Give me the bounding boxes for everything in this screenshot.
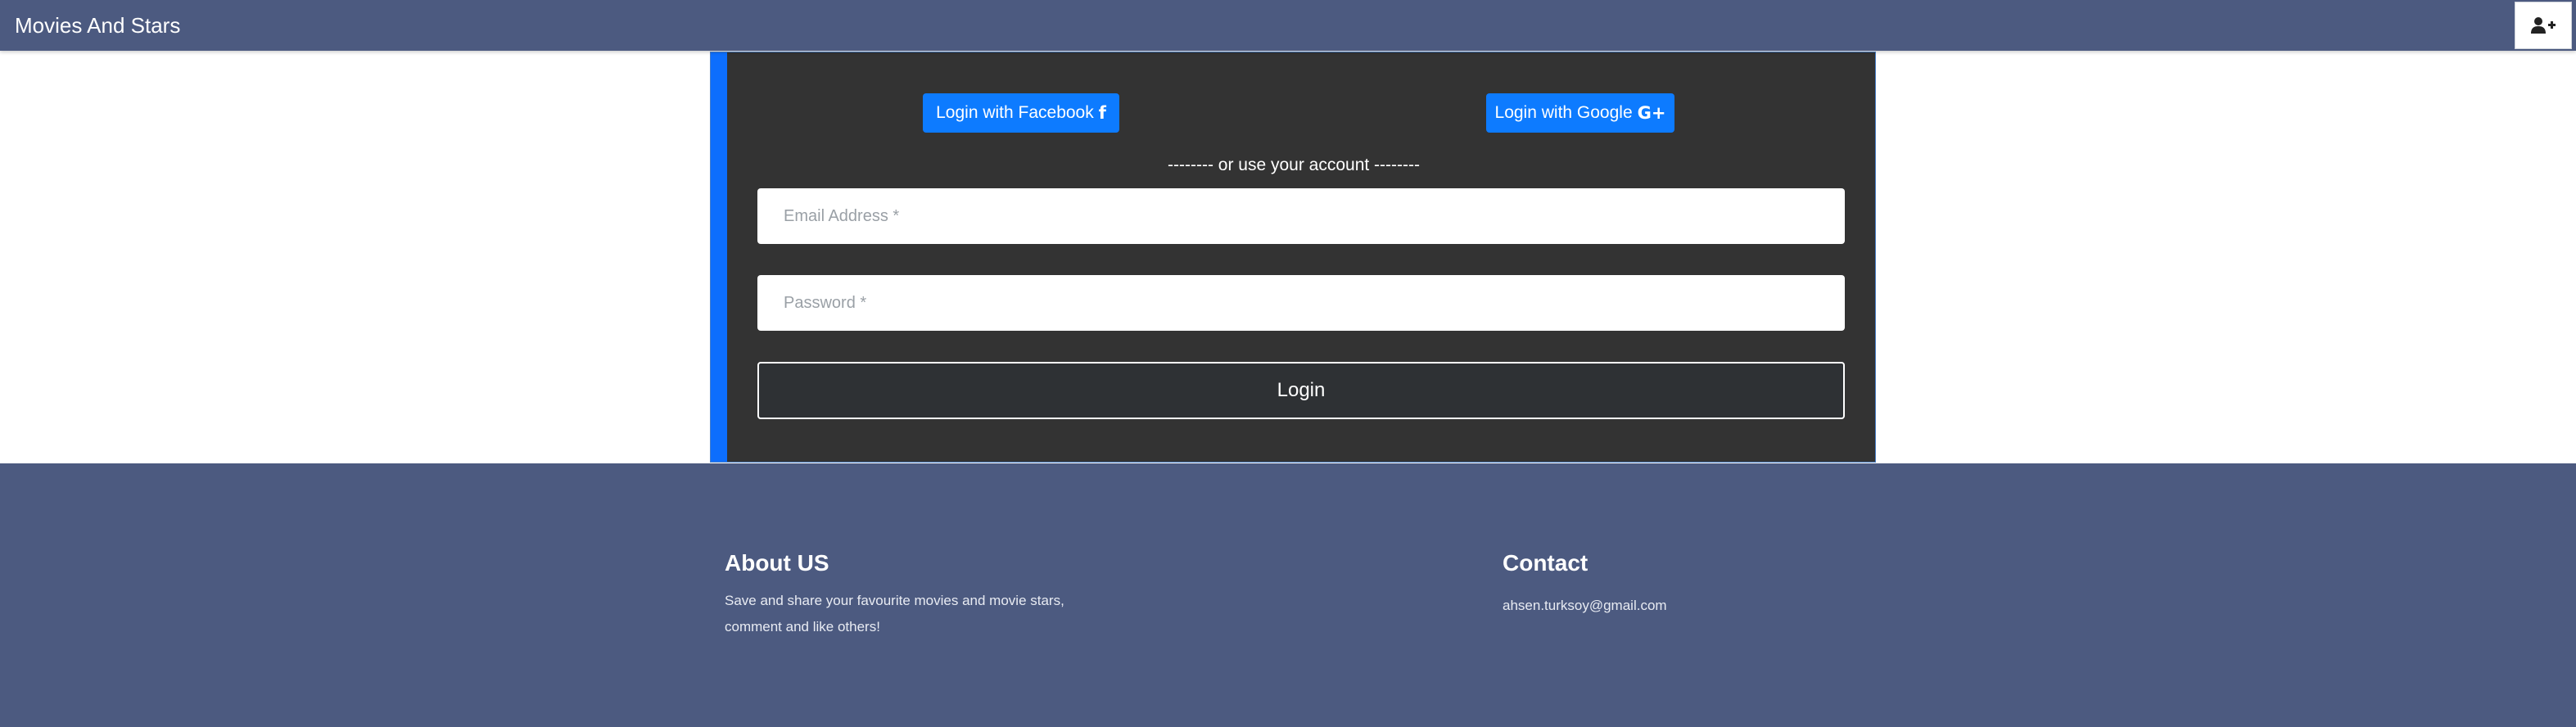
login-facebook-button[interactable]: Login with Facebook f	[923, 93, 1119, 133]
login-button[interactable]: Login	[757, 362, 1845, 419]
email-field[interactable]	[757, 188, 1845, 244]
contact-section: Contact ahsen.turksoy@gmail.com	[1503, 550, 1846, 619]
contact-heading: Contact	[1503, 550, 1589, 576]
login-card: Login with Facebook f Login with Google …	[710, 52, 1876, 463]
brand-title[interactable]: Movies And Stars	[15, 0, 180, 51]
about-text: Save and share your favourite movies and…	[725, 593, 1064, 634]
facebook-icon: f	[1098, 103, 1106, 123]
login-google-button[interactable]: Login with Google G+	[1486, 93, 1674, 133]
footer: About US Save and share your favourite m…	[0, 463, 2576, 727]
password-field[interactable]	[757, 275, 1845, 331]
signup-button[interactable]	[2515, 2, 2572, 49]
user-plus-icon	[2531, 16, 2556, 34]
contact-email: ahsen.turksoy@gmail.com	[1503, 598, 1667, 613]
about-heading: About US	[725, 550, 829, 576]
facebook-button-label: Login with Facebook	[936, 103, 1094, 122]
about-section: About US Save and share your favourite m…	[725, 550, 1069, 640]
navbar: Movies And Stars	[0, 0, 2576, 51]
or-use-account-divider: -------- or use your account --------	[1168, 156, 1420, 174]
google-button-label: Login with Google	[1494, 103, 1633, 122]
google-plus-icon: G+	[1637, 103, 1666, 123]
card-accent-bar	[711, 52, 727, 462]
